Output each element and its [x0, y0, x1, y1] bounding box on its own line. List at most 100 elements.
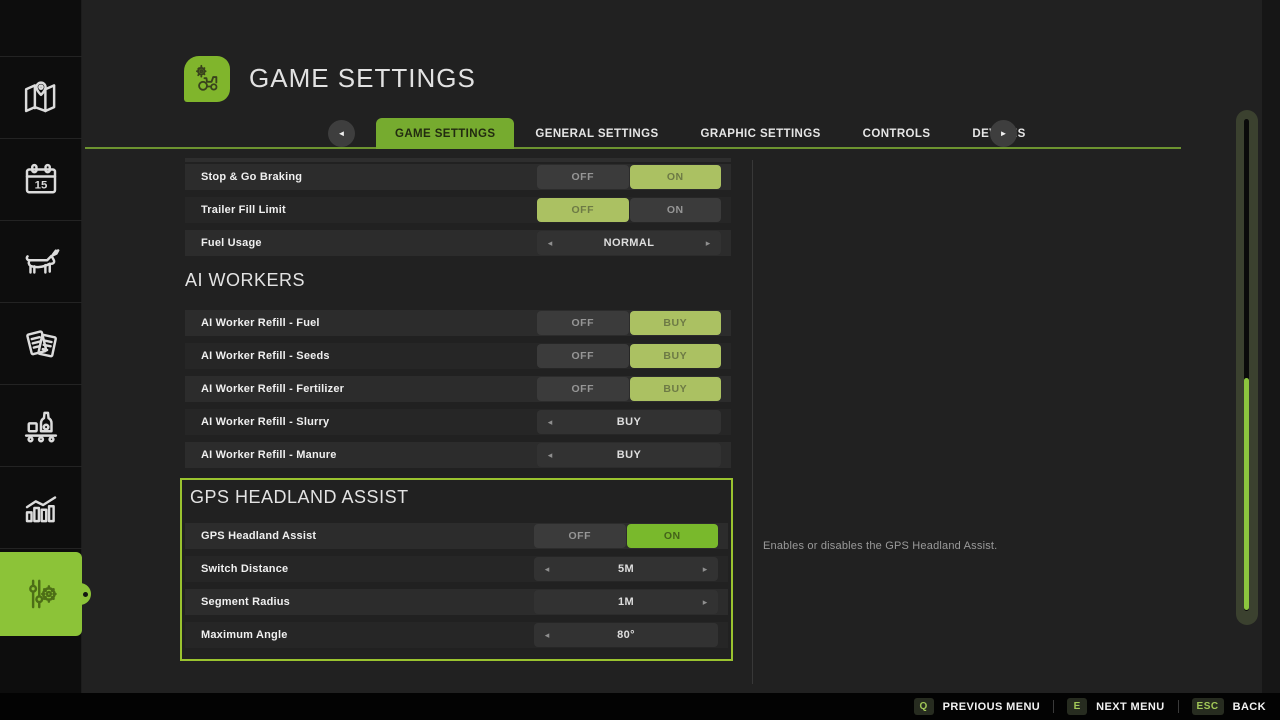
selector-left-arrow[interactable]: ◂: [544, 417, 556, 428]
selector-switch-distance: ◂ 5M ▸: [534, 557, 718, 581]
hotkey-label: PREVIOUS MENU: [943, 701, 1041, 713]
tab-game-settings[interactable]: GAME SETTINGS: [376, 118, 514, 149]
setting-label: AI Worker Refill - Seeds: [201, 350, 537, 362]
sidebar-item-production[interactable]: [0, 385, 82, 467]
off-button[interactable]: OFF: [537, 198, 629, 222]
selector-left-arrow[interactable]: ◂: [544, 238, 556, 249]
statistics-icon: [20, 487, 62, 529]
tractor-gear-icon: [190, 62, 224, 96]
setting-label: AI Worker Refill - Manure: [201, 449, 537, 461]
off-button[interactable]: OFF: [537, 311, 629, 335]
game-settings-screen: 15: [0, 0, 1280, 720]
tab-bar: GAME SETTINGS GENERAL SETTINGS GRAPHIC S…: [376, 118, 1047, 149]
tabs-next-button[interactable]: ►: [990, 120, 1017, 147]
setting-row-ai-refill-slurry: AI Worker Refill - Slurry ◂ BUY ▸: [185, 409, 731, 435]
selector-right-arrow[interactable]: ▸: [699, 564, 711, 575]
setting-row-ai-refill-seeds: AI Worker Refill - Seeds OFF BUY: [185, 343, 731, 369]
setting-label: Maximum Angle: [201, 629, 534, 641]
selector-segment-radius: ◂ 1M ▸: [534, 590, 718, 614]
section-title-ai-workers: AI WORKERS: [185, 267, 731, 293]
selector-ai-refill-manure: ◂ BUY ▸: [537, 443, 721, 467]
off-button[interactable]: OFF: [537, 344, 629, 368]
setting-label: AI Worker Refill - Fuel: [201, 317, 537, 329]
off-button[interactable]: OFF: [537, 165, 629, 189]
finances-icon: [20, 323, 62, 365]
setting-row-maximum-angle: Maximum Angle ◂ 80° ▸: [185, 622, 728, 648]
setting-label: AI Worker Refill - Slurry: [201, 416, 537, 428]
sidebar-item-animals[interactable]: [0, 221, 82, 303]
selector-value: 1M: [553, 596, 699, 608]
tabs-prev-button[interactable]: ◄: [328, 120, 355, 147]
page-title: GAME SETTINGS: [249, 63, 476, 94]
toggle-stop-go-braking: OFF ON: [537, 165, 721, 189]
hotkey-previous-menu[interactable]: Q PREVIOUS MENU: [914, 698, 1041, 715]
key-badge-q: Q: [914, 698, 934, 715]
scrollbar[interactable]: [1236, 110, 1258, 625]
calendar-icon: 15: [20, 159, 62, 201]
on-button[interactable]: ON: [630, 198, 722, 222]
tab-controls[interactable]: CONTROLS: [842, 118, 952, 149]
setting-row-fuel-usage: Fuel Usage ◂ NORMAL ▸: [185, 230, 731, 256]
selector-value: BUY: [556, 416, 702, 428]
hotkey-next-menu[interactable]: E NEXT MENU: [1067, 698, 1164, 715]
sidebar-item-map[interactable]: [0, 57, 82, 139]
key-badge-e: E: [1067, 698, 1087, 715]
selector-value: BUY: [556, 449, 702, 461]
setting-description: Enables or disables the GPS Headland Ass…: [763, 540, 1193, 552]
section-title-gps-headland-assist: GPS HEADLAND ASSIST: [190, 484, 731, 510]
toggle-ai-refill-seeds: OFF BUY: [537, 344, 721, 368]
setting-row-ai-refill-manure: AI Worker Refill - Manure ◂ BUY ▸: [185, 442, 731, 468]
off-button[interactable]: OFF: [534, 524, 626, 548]
selector-left-arrow[interactable]: ◂: [544, 450, 556, 461]
focused-section-gps-headland-assist: GPS HEADLAND ASSIST GPS Headland Assist …: [180, 478, 733, 661]
selector-right-arrow[interactable]: ▸: [699, 597, 711, 608]
off-button[interactable]: OFF: [537, 377, 629, 401]
hotbar-divider: [1053, 700, 1054, 713]
production-icon: [20, 405, 62, 447]
on-button[interactable]: ON: [627, 524, 719, 548]
tab-general-settings[interactable]: GENERAL SETTINGS: [514, 118, 679, 149]
sidebar-spacer: [0, 0, 82, 57]
hotkey-back[interactable]: ESC BACK: [1192, 698, 1266, 715]
toggle-ai-refill-fuel: OFF BUY: [537, 311, 721, 335]
setting-row-switch-distance: Switch Distance ◂ 5M ▸: [185, 556, 728, 582]
sidebar-item-settings[interactable]: [0, 552, 82, 636]
sidebar-item-finances[interactable]: [0, 303, 82, 385]
hotkey-label: BACK: [1233, 701, 1266, 713]
selector-value: 5M: [553, 563, 699, 575]
setting-row-trailer-fill-limit: Trailer Fill Limit OFF ON: [185, 197, 731, 223]
setting-label: Stop & Go Braking: [201, 171, 537, 183]
setting-label: GPS Headland Assist: [201, 530, 534, 542]
selector-left-arrow[interactable]: ◂: [541, 564, 553, 575]
sidebar: 15: [0, 0, 82, 693]
setting-row-segment-radius: Segment Radius ◂ 1M ▸: [185, 589, 728, 615]
selector-value: NORMAL: [556, 237, 702, 249]
animals-icon: [20, 241, 62, 283]
setting-row-gps-headland-assist: GPS Headland Assist OFF ON: [185, 523, 728, 549]
sidebar-item-statistics[interactable]: [0, 467, 82, 549]
setting-label: Segment Radius: [201, 596, 534, 608]
selector-left-arrow[interactable]: ◂: [541, 630, 553, 641]
toggle-ai-refill-fertilizer: OFF BUY: [537, 377, 721, 401]
settings-icon: [20, 573, 62, 615]
settings-list: Stop & Go Braking OFF ON Trailer Fill Li…: [185, 158, 731, 661]
sidebar-item-calendar[interactable]: 15: [0, 139, 82, 221]
map-icon: [20, 77, 62, 119]
buy-button[interactable]: BUY: [630, 344, 722, 368]
key-badge-esc: ESC: [1192, 698, 1224, 715]
selector-ai-refill-slurry: ◂ BUY ▸: [537, 410, 721, 434]
scrollbar-thumb[interactable]: [1244, 378, 1249, 610]
selector-right-arrow[interactable]: ▸: [702, 238, 714, 249]
panel-divider: [752, 160, 753, 684]
toggle-gps-headland-assist: OFF ON: [534, 524, 718, 548]
tab-graphic-settings[interactable]: GRAPHIC SETTINGS: [680, 118, 842, 149]
hotkey-bar: Q PREVIOUS MENU E NEXT MENU ESC BACK: [0, 693, 1280, 720]
right-edge-strip: [1262, 0, 1280, 693]
buy-button[interactable]: BUY: [630, 377, 722, 401]
setting-label: Switch Distance: [201, 563, 534, 575]
selector-value: 80°: [553, 629, 699, 641]
on-button[interactable]: ON: [630, 165, 722, 189]
svg-text:15: 15: [35, 179, 48, 191]
active-indicator-dot: [83, 592, 88, 597]
buy-button[interactable]: BUY: [630, 311, 722, 335]
